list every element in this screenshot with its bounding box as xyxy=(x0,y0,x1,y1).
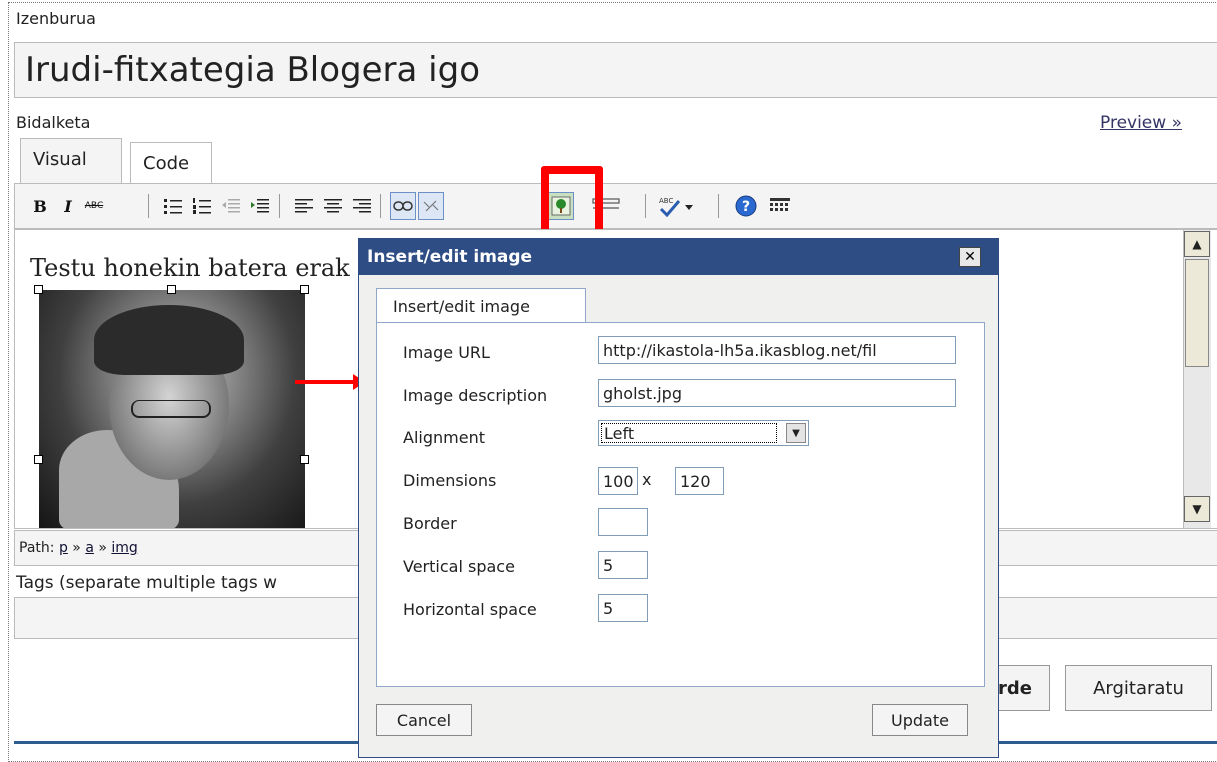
border-label: Border xyxy=(403,514,457,533)
width-input[interactable]: 100 xyxy=(598,467,638,495)
update-button[interactable]: Update xyxy=(872,704,968,736)
resize-handle[interactable] xyxy=(34,455,43,464)
annotation-arrow xyxy=(295,374,365,390)
help-icon[interactable]: ? xyxy=(733,192,759,220)
advanced-toolbar-icon[interactable] xyxy=(767,192,793,220)
insert-image-highlight xyxy=(541,166,603,238)
tags-label: Tags (separate multiple tags w xyxy=(16,573,277,593)
italic-button[interactable]: I xyxy=(55,192,81,220)
numbered-list-icon[interactable] xyxy=(189,192,215,220)
dialog-panel xyxy=(376,322,985,687)
path-separator: » xyxy=(98,540,107,556)
tab-visual[interactable]: Visual xyxy=(20,138,122,184)
alignment-value: Left xyxy=(601,423,777,443)
preview-link[interactable]: Preview » xyxy=(1100,113,1182,133)
image-description-label: Image description xyxy=(403,386,548,405)
portrait-image[interactable] xyxy=(39,290,305,528)
tab-insert-edit-image[interactable]: Insert/edit image xyxy=(376,288,586,324)
svg-text:ABC: ABC xyxy=(659,197,673,205)
title-label: Izenburua xyxy=(16,9,96,28)
dimensions-label: Dimensions xyxy=(403,471,497,490)
align-left-icon[interactable] xyxy=(291,192,317,220)
publish-button[interactable]: Argitaratu xyxy=(1065,665,1212,711)
resize-handle[interactable] xyxy=(300,285,309,294)
scroll-up-icon[interactable]: ▲ xyxy=(1184,231,1210,257)
cancel-button[interactable]: Cancel xyxy=(376,704,472,736)
resize-handle[interactable] xyxy=(300,455,309,464)
scroll-thumb[interactable] xyxy=(1185,259,1209,367)
border-input[interactable] xyxy=(598,508,648,536)
path-label: Path: xyxy=(19,540,55,556)
horizontal-space-input[interactable]: 5 xyxy=(598,594,648,622)
link-icon[interactable] xyxy=(390,192,416,220)
spellcheck-icon[interactable]: ABC xyxy=(656,192,696,220)
path-item-img[interactable]: img xyxy=(111,540,137,556)
align-center-icon[interactable] xyxy=(320,192,346,220)
editor-text: Testu honekin batera erak xyxy=(30,254,350,282)
alignment-select[interactable]: Left ▼ xyxy=(598,420,809,446)
path-separator: » xyxy=(72,540,81,556)
post-body-label: Bidalketa xyxy=(16,113,91,132)
strikethrough-button[interactable]: ABC xyxy=(81,192,107,220)
close-icon[interactable]: ✕ xyxy=(959,247,981,267)
bold-button[interactable]: B xyxy=(27,192,53,220)
dimension-separator: x xyxy=(642,470,652,489)
alignment-label: Alignment xyxy=(403,428,485,447)
outdent-icon[interactable] xyxy=(218,192,244,220)
photo-hair xyxy=(94,305,244,375)
toolbar-separator xyxy=(380,194,381,218)
resize-handle[interactable] xyxy=(34,285,43,294)
vertical-space-input[interactable]: 5 xyxy=(598,551,648,579)
height-input[interactable]: 120 xyxy=(675,467,724,495)
insert-image-dialog: Insert/edit image ✕ Insert/edit image Im… xyxy=(358,238,999,758)
toolbar-separator xyxy=(718,194,719,218)
toolbar-separator xyxy=(645,194,646,218)
resize-handle[interactable] xyxy=(167,285,176,294)
scroll-down-icon[interactable]: ▼ xyxy=(1184,496,1210,522)
path-item-a[interactable]: a xyxy=(85,540,94,556)
indent-icon[interactable] xyxy=(247,192,273,220)
image-url-label: Image URL xyxy=(403,343,490,362)
image-url-input[interactable]: http://ikastola-lh5a.ikasblog.net/fil xyxy=(598,336,956,364)
toolbar-separator xyxy=(148,194,149,218)
svg-text:?: ? xyxy=(742,199,750,215)
dialog-title[interactable]: Insert/edit image xyxy=(359,239,998,275)
toolbar-separator xyxy=(279,194,280,218)
path-item-p[interactable]: p xyxy=(59,540,68,556)
align-right-icon[interactable] xyxy=(349,192,375,220)
title-input[interactable]: Irudi-fitxategia Blogera igo xyxy=(14,42,1217,98)
image-description-input[interactable]: gholst.jpg xyxy=(598,379,956,407)
bullet-list-icon[interactable] xyxy=(160,192,186,220)
unlink-icon[interactable] xyxy=(418,192,444,220)
photo-glasses xyxy=(131,400,211,418)
horizontal-space-label: Horizontal space xyxy=(403,600,537,619)
chevron-down-icon[interactable]: ▼ xyxy=(786,423,806,443)
vertical-space-label: Vertical space xyxy=(403,557,515,576)
editor-toolbar: B I ABC ABC ? xyxy=(14,183,1217,229)
tab-code[interactable]: Code xyxy=(130,142,212,184)
